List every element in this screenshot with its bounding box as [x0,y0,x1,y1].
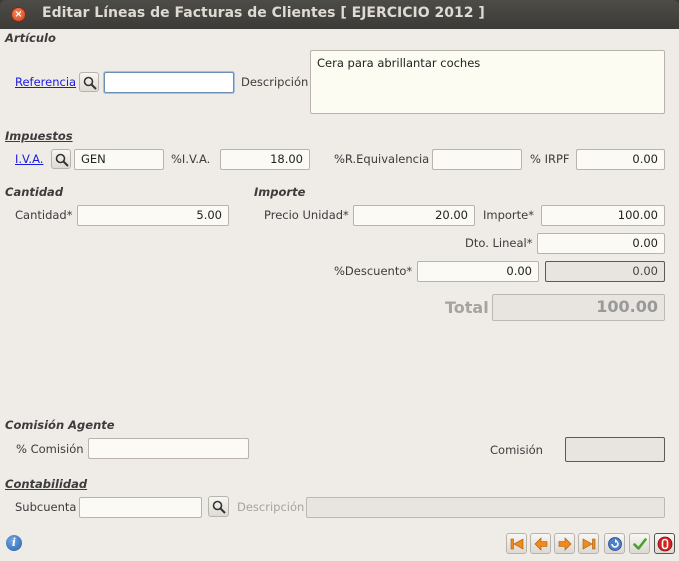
first-icon [510,538,524,550]
total-label: Total [445,298,489,317]
section-cantidad: Cantidad [5,185,64,199]
search-icon [212,500,226,514]
referencia-input[interactable] [104,72,234,93]
pct-iva-label: %I.V.A. [171,152,211,166]
accept-button[interactable] [629,533,650,554]
iva-code-input[interactable]: GEN [74,149,164,170]
section-contabilidad: Contabilidad [5,477,88,491]
irpf-label: % IRPF [530,152,570,166]
pct-iva-input[interactable]: 18.00 [220,149,310,170]
last-record-button[interactable] [578,533,599,554]
pct-comision-label: % Comisión [16,442,84,456]
section-impuestos: Impuestos [5,129,73,143]
recargo-equivalencia-input[interactable] [432,149,522,170]
importe-label: Importe* [483,208,534,222]
precio-unidad-input[interactable]: 20.00 [353,205,475,226]
descripcion-label: Descripción [241,75,309,89]
precio-unidad-label: Precio Unidad* [264,208,349,222]
section-articulo: Artículo [5,31,56,45]
arrow-right-icon [558,537,572,551]
comision-label: Comisión [490,443,543,457]
next-record-button[interactable] [554,533,575,554]
info-icon[interactable]: i [6,535,22,551]
descuento-amount-field: 0.00 [545,261,665,282]
subcuenta-input[interactable] [79,497,202,518]
first-record-button[interactable] [506,533,527,554]
arrow-left-icon [534,537,548,551]
pct-descuento-label: %Descuento* [334,264,413,278]
refresh-icon [608,537,622,551]
checkmark-icon [633,538,647,550]
section-comision-agente: Comisión Agente [5,418,115,432]
subcuenta-label: Subcuenta [15,500,77,514]
previous-record-button[interactable] [530,533,551,554]
dialog-body: Artículo Referencia Descripción Cera par… [0,29,679,561]
section-importe: Importe [254,185,306,199]
subcuenta-search-button[interactable] [208,496,229,517]
window-title: Editar Líneas de Facturas de Clientes [ … [42,5,485,21]
irpf-input[interactable]: 0.00 [576,149,665,170]
referencia-link[interactable]: Referencia [15,75,76,89]
referencia-search-button[interactable] [79,72,99,92]
descripcion-textarea[interactable]: Cera para abrillantar coches [310,50,665,114]
subcuenta-descripcion-label: Descripción [237,500,305,514]
power-off-icon [657,536,673,552]
comision-amount-field [565,437,665,462]
total-field: 100.00 [492,294,665,321]
dto-lineal-label: Dto. Lineal* [465,236,533,250]
cantidad-input[interactable]: 5.00 [77,205,229,226]
cantidad-label: Cantidad* [15,208,73,222]
search-icon [55,153,69,167]
dto-lineal-input[interactable]: 0.00 [537,233,665,254]
iva-link[interactable]: I.V.A. [15,152,43,166]
recargo-equivalencia-label: %R.Equivalencia [334,152,430,166]
search-icon [83,76,97,90]
refresh-button[interactable] [604,533,625,554]
last-icon [582,538,596,550]
pct-descuento-input[interactable]: 0.00 [417,261,539,282]
importe-input[interactable]: 100.00 [541,205,665,226]
subcuenta-descripcion-field [306,497,665,518]
cancel-button[interactable] [654,533,675,554]
pct-comision-input[interactable] [88,438,249,459]
close-icon[interactable]: × [11,7,26,22]
iva-search-button[interactable] [51,149,71,169]
title-bar: × Editar Líneas de Facturas de Clientes … [0,0,679,29]
